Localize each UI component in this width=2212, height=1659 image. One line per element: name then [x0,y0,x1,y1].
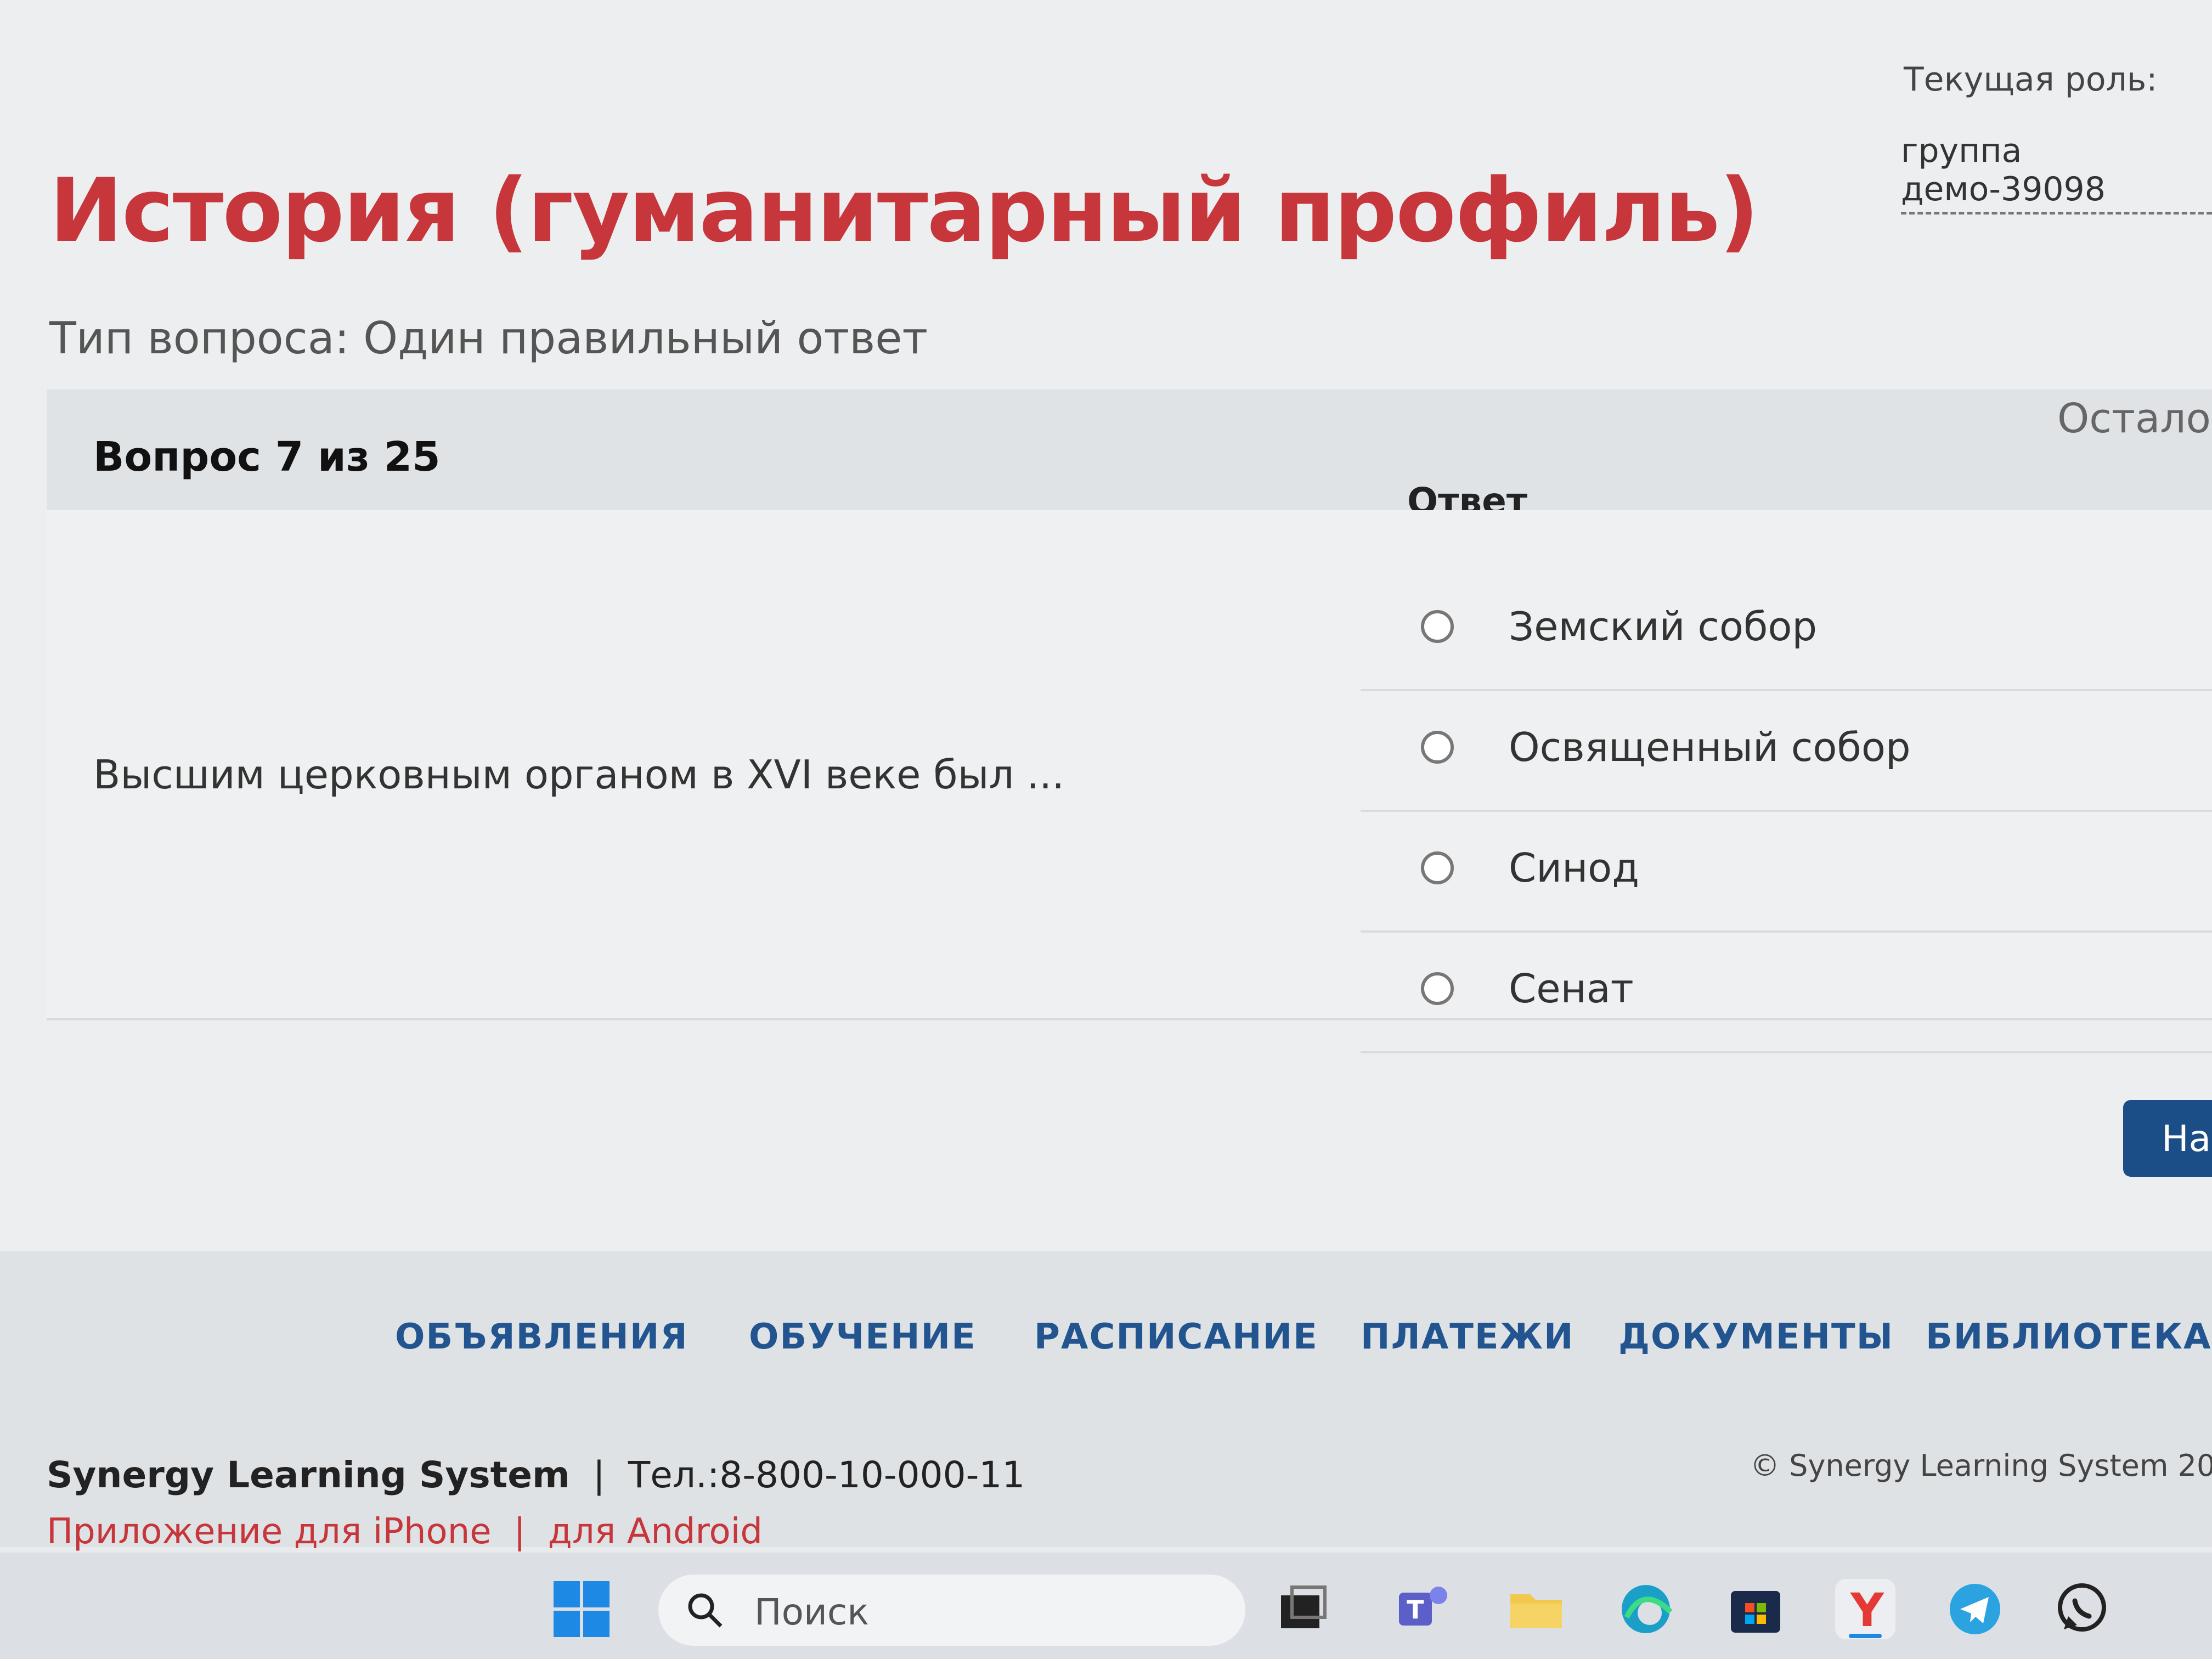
nav-learning[interactable]: ОБУЧЕНИЕ [749,1317,977,1357]
next-button[interactable]: На [2123,1100,2212,1177]
footer-brand: Synergy Learning System [47,1454,570,1496]
edge-icon[interactable] [1616,1579,1676,1639]
footer-copyright: © Synergy Learning System 2025 [1750,1448,2212,1483]
nav-schedule[interactable]: РАСПИСАНИЕ [1034,1317,1318,1357]
windows-taskbar: Поиск T Y [0,1553,2212,1659]
answer-option[interactable]: Земский собор [1361,571,2212,691]
page-title: История (гуманитарный профиль) [49,159,1759,262]
footer-phone: Тел.:8-800-10-000-11 [628,1454,1025,1496]
store-icon[interactable] [1725,1579,1786,1639]
android-app-link[interactable]: для Android [548,1511,763,1552]
question-number: Вопрос 7 из 25 [93,433,441,481]
telegram-icon[interactable] [1945,1579,2005,1639]
nav-library[interactable]: БИБЛИОТЕКА [1926,1317,2211,1357]
search-icon [688,1593,723,1628]
yandex-browser-icon[interactable]: Y [1835,1579,1895,1639]
whatsapp-icon[interactable] [2052,1579,2112,1639]
answer-option-label[interactable]: Освященный собор [1509,724,1911,770]
radio-button[interactable] [1421,610,1454,643]
svg-text:T: T [1407,1595,1424,1624]
answer-option[interactable]: Синод [1361,812,2212,933]
iphone-app-link[interactable]: Приложение для iPhone [47,1511,492,1552]
footer-separator: | [581,1454,617,1496]
windows-start-icon[interactable] [551,1579,612,1639]
answer-option-label[interactable]: Земский собор [1509,603,1817,650]
file-explorer-icon[interactable] [1506,1579,1566,1639]
current-role-link[interactable]: группа демо-39098 [1901,132,2212,215]
footer-nav: ОБЪЯВЛЕНИЯ ОБУЧЕНИЕ РАСПИСАНИЕ ПЛАТЕЖИ Д… [0,1251,2212,1547]
current-role-label: Текущая роль: [1904,60,2158,99]
question-text: Высшим церковным органом в XVI веке был … [93,752,1065,798]
taskbar-search[interactable]: Поиск [658,1575,1245,1646]
question-type: Тип вопроса: Один правильный ответ [49,313,928,364]
page: Текущая роль: группа демо-39098 История … [0,0,2212,1251]
search-placeholder: Поиск [754,1591,870,1633]
task-view-icon[interactable] [1273,1579,1333,1639]
footer-apps: Приложение для iPhone | для Android [47,1511,763,1552]
answer-option-label[interactable]: Синод [1509,845,1639,891]
nav-payments[interactable]: ПЛАТЕЖИ [1361,1317,1575,1357]
footer-info: Synergy Learning System | Тел.:8-800-10-… [47,1454,1025,1496]
time-remaining: Осталос [2057,395,2212,442]
svg-text:Y: Y [1850,1583,1884,1637]
footer-separator: | [502,1511,537,1552]
answer-option[interactable]: Освященный собор [1361,691,2212,812]
radio-button[interactable] [1421,972,1454,1005]
teams-icon[interactable]: T [1393,1579,1454,1639]
nav-documents[interactable]: ДОКУМЕНТЫ [1618,1317,1894,1357]
answer-option[interactable]: Сенат [1361,933,2212,1053]
radio-button[interactable] [1421,731,1454,764]
answer-option-label[interactable]: Сенат [1509,966,1634,1012]
nav-announcements[interactable]: ОБЪЯВЛЕНИЯ [395,1317,689,1357]
radio-button[interactable] [1421,851,1454,884]
